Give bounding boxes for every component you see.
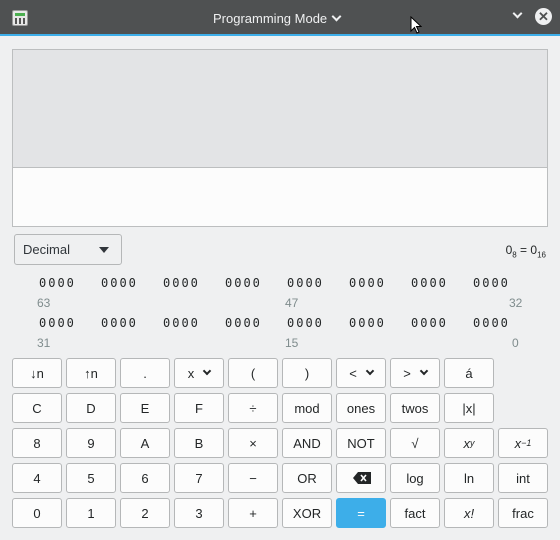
bit-index: 32: [509, 296, 523, 310]
bit-group[interactable]: 0000: [473, 316, 510, 330]
close-button[interactable]: ✕: [535, 8, 552, 25]
digit-0-button[interactable]: 0: [12, 498, 62, 528]
chevron-down-icon: [512, 8, 523, 19]
hex-f-button[interactable]: F: [174, 393, 224, 423]
bit-group[interactable]: 0000: [101, 316, 138, 330]
digit-9-button[interactable]: 9: [66, 428, 116, 458]
bit-group[interactable]: 0000: [39, 316, 76, 330]
sqrt-button[interactable]: √: [390, 428, 440, 458]
bit-group[interactable]: 0000: [163, 276, 200, 290]
add-button[interactable]: +: [228, 498, 278, 528]
bit-group[interactable]: 0000: [101, 276, 138, 290]
base-selector[interactable]: Decimal: [14, 234, 122, 265]
chevron-down-icon: [331, 11, 342, 21]
expression-input[interactable]: [12, 167, 548, 227]
x-menu-button[interactable]: x: [174, 358, 224, 388]
ones-complement-button[interactable]: ones: [336, 393, 386, 423]
abs-button[interactable]: |x|: [444, 393, 494, 423]
bit-group[interactable]: 0000: [39, 276, 76, 290]
digit-7-button[interactable]: 7: [174, 463, 224, 493]
greater-than-menu-button[interactable]: >: [390, 358, 440, 388]
history-display: [12, 49, 548, 167]
bit-index: 63: [37, 296, 51, 310]
base-conversion: 08 = 016: [505, 243, 546, 260]
bit-group[interactable]: 0000: [287, 316, 324, 330]
frac-button[interactable]: frac: [498, 498, 548, 528]
hex-e-button[interactable]: E: [120, 393, 170, 423]
backspace-button[interactable]: [336, 463, 386, 493]
mouse-cursor-icon: [410, 16, 422, 34]
not-button[interactable]: NOT: [336, 428, 386, 458]
chevron-down-icon: [203, 366, 212, 376]
bit-group[interactable]: 0000: [473, 276, 510, 290]
reciprocal-button[interactable]: x −1: [498, 428, 548, 458]
calculator-icon: [12, 10, 28, 26]
open-paren-button[interactable]: (: [228, 358, 278, 388]
bit-index: 15: [285, 336, 299, 350]
and-button[interactable]: AND: [282, 428, 332, 458]
shift-down-button[interactable]: ↓n: [12, 358, 62, 388]
multiply-button[interactable]: ×: [228, 428, 278, 458]
dropdown-arrow-icon: [99, 247, 109, 253]
bit-index: 47: [285, 296, 299, 310]
or-button[interactable]: OR: [282, 463, 332, 493]
bit-group[interactable]: 0000: [287, 276, 324, 290]
hex-b-button[interactable]: B: [174, 428, 224, 458]
equals-button[interactable]: =: [336, 498, 386, 528]
digit-8-button[interactable]: 8: [12, 428, 62, 458]
bit-group[interactable]: 0000: [411, 276, 448, 290]
bit-group[interactable]: 0000: [349, 276, 386, 290]
less-than-menu-button[interactable]: <: [336, 358, 386, 388]
close-icon: ✕: [538, 9, 549, 24]
digit-3-button[interactable]: 3: [174, 498, 224, 528]
bit-group[interactable]: 0000: [411, 316, 448, 330]
xor-button[interactable]: XOR: [282, 498, 332, 528]
decimal-point-button[interactable]: .: [120, 358, 170, 388]
divide-button[interactable]: ÷: [228, 393, 278, 423]
mod-button[interactable]: mod: [282, 393, 332, 423]
hex-a-button[interactable]: A: [120, 428, 170, 458]
fact-button[interactable]: fact: [390, 498, 440, 528]
factorial-button[interactable]: x!: [444, 498, 494, 528]
digit-4-button[interactable]: 4: [12, 463, 62, 493]
log-button[interactable]: log: [390, 463, 440, 493]
ln-button[interactable]: ln: [444, 463, 494, 493]
bit-group[interactable]: 0000: [225, 276, 262, 290]
bit-index: 31: [37, 336, 51, 350]
digit-1-button[interactable]: 1: [66, 498, 116, 528]
bit-group[interactable]: 0000: [225, 316, 262, 330]
base-selector-value: Decimal: [23, 242, 70, 257]
close-paren-button[interactable]: ): [282, 358, 332, 388]
digit-6-button[interactable]: 6: [120, 463, 170, 493]
bit-index: 0: [512, 336, 519, 350]
mode-menu-button[interactable]: Programming Mode: [213, 9, 342, 27]
hex-d-button[interactable]: D: [66, 393, 116, 423]
bit-group[interactable]: 0000: [349, 316, 386, 330]
chevron-down-icon: [365, 366, 375, 376]
title-bar: Programming Mode ✕: [0, 0, 560, 36]
last-answer-button[interactable]: á: [444, 358, 494, 388]
chevron-down-icon: [419, 366, 429, 376]
backspace-icon: [353, 472, 371, 484]
power-button[interactable]: xy: [444, 428, 494, 458]
digit-2-button[interactable]: 2: [120, 498, 170, 528]
subtract-button[interactable]: −: [228, 463, 278, 493]
digit-5-button[interactable]: 5: [66, 463, 116, 493]
hex-c-button[interactable]: C: [12, 393, 62, 423]
twos-complement-button[interactable]: twos: [390, 393, 440, 423]
int-button[interactable]: int: [498, 463, 548, 493]
shift-up-button[interactable]: ↑n: [66, 358, 116, 388]
bit-group[interactable]: 0000: [163, 316, 200, 330]
minimize-button[interactable]: [510, 8, 526, 26]
window-title: Programming Mode: [213, 10, 328, 26]
